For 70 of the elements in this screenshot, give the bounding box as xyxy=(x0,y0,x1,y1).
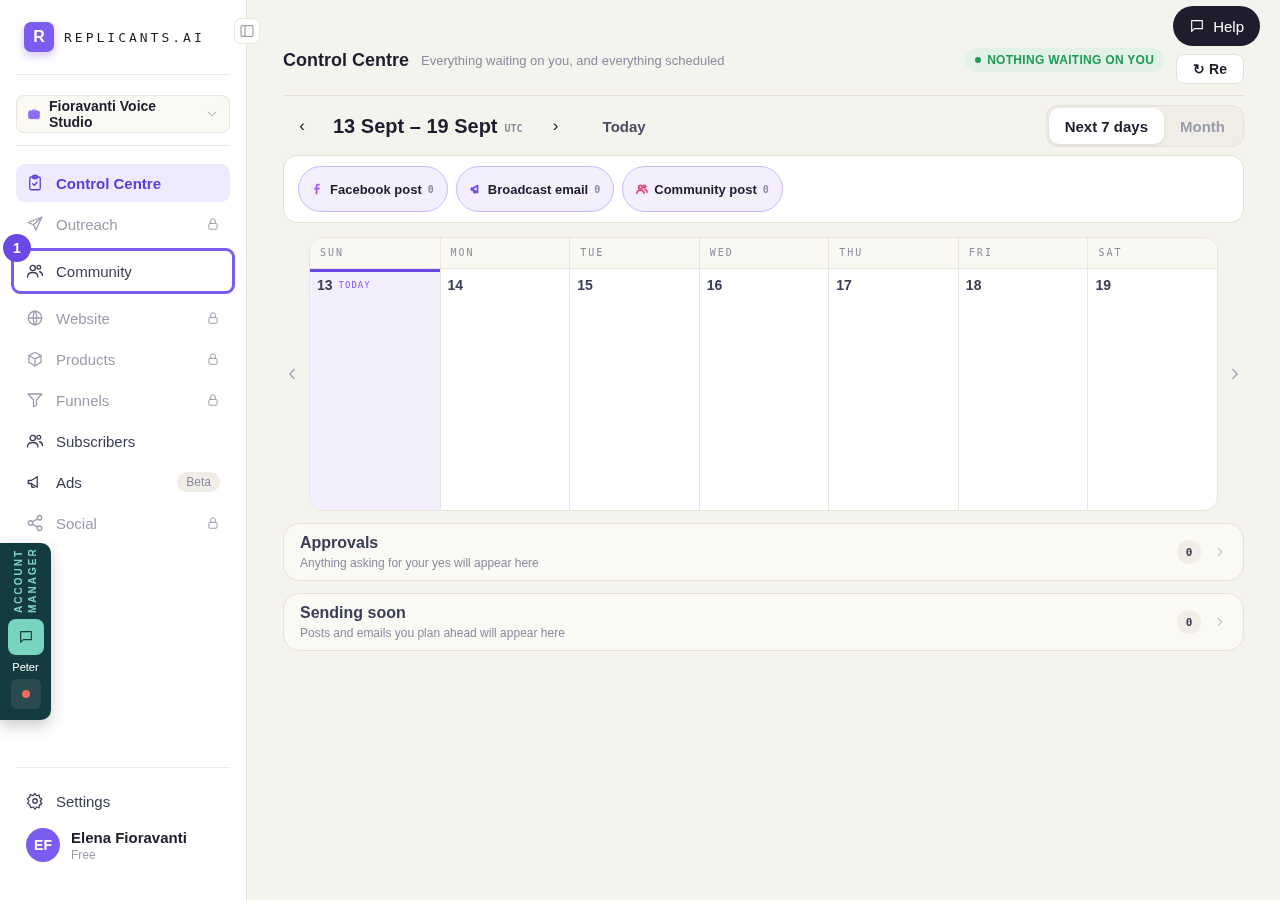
people-icon xyxy=(26,262,44,280)
filter-chip[interactable]: Broadcast email 0 xyxy=(455,166,615,212)
funnel-icon xyxy=(26,391,44,409)
page-subtitle: Everything waiting on you, and everything scheduled xyxy=(421,52,726,68)
help-button[interactable]: Help xyxy=(1173,6,1260,46)
brand-logo: R xyxy=(24,22,54,52)
today-button[interactable]: Today xyxy=(596,116,652,136)
nav-item[interactable]: Subscribers xyxy=(16,422,230,460)
weekday-header: SUN xyxy=(310,238,440,269)
nav-item[interactable]: Ads Beta xyxy=(16,463,230,501)
user-avatar: EF xyxy=(26,828,60,862)
weekday-header: THU xyxy=(828,238,958,269)
day-cell[interactable]: 13 TODAY xyxy=(310,269,440,510)
globe-icon xyxy=(26,309,44,327)
date-range: 13 Sept – 19 Sept xyxy=(333,114,498,138)
chat-icon xyxy=(17,629,34,645)
lock-icon xyxy=(206,352,220,366)
summary-panel[interactable]: Approvals Anything asking for your yes will appear here 0 xyxy=(283,523,1244,581)
page-title: Control Centre xyxy=(283,49,409,71)
clipboard-icon xyxy=(26,174,44,192)
sidebar-toggle[interactable] xyxy=(234,18,260,44)
manager-name: Peter xyxy=(12,661,39,673)
panel-title: Approvals xyxy=(300,534,380,552)
brand-name: REPLICANTS.AI xyxy=(64,29,205,45)
refresh-button[interactable]: ↻ Re xyxy=(1176,54,1244,84)
record-button[interactable] xyxy=(10,679,41,709)
sidebar-icon xyxy=(239,23,255,39)
lock-icon xyxy=(206,393,220,407)
share-icon xyxy=(26,514,44,532)
weekday-header: FRI xyxy=(957,238,1088,269)
summary-panel[interactable]: Sending soon Posts and emails you plan ahead will appear here 0 xyxy=(283,593,1244,651)
panel-subtitle: Posts and emails you plan ahead will appear here xyxy=(300,626,566,640)
settings-link[interactable]: Settings xyxy=(16,782,121,820)
view-tab[interactable]: Next 7 days xyxy=(1048,108,1164,144)
filter-chip[interactable]: Facebook post 0 xyxy=(298,166,448,212)
user-name: Elena Fioravanti xyxy=(71,828,187,846)
next-button[interactable]: › xyxy=(536,115,575,137)
nav-item[interactable]: Control Centre xyxy=(16,164,230,202)
day-cell[interactable]: 16 xyxy=(698,269,829,510)
people-icon xyxy=(26,432,44,450)
panel-subtitle: Anything asking for your yes will appear here xyxy=(300,556,540,570)
prev-button[interactable]: ‹ xyxy=(283,115,321,137)
count-badge: 0 xyxy=(1177,540,1201,564)
weekday-header: SAT xyxy=(1087,238,1217,269)
day-cell[interactable]: 18 xyxy=(957,269,1088,510)
count-badge: 0 xyxy=(1177,610,1201,634)
filter-chip[interactable]: Community post 0 xyxy=(622,166,783,212)
chat-icon xyxy=(1189,18,1206,34)
step-marker: 1 xyxy=(3,234,31,262)
user-plan: Free xyxy=(71,847,97,862)
settings-icon xyxy=(26,792,44,810)
chat-button[interactable] xyxy=(7,619,44,655)
weekday-header: WED xyxy=(698,238,829,269)
day-cell[interactable]: 17 xyxy=(828,269,958,510)
day-cell[interactable]: 15 xyxy=(569,269,699,510)
status-pill: NOTHING WAITING ON YOU xyxy=(965,48,1165,72)
briefcase-icon xyxy=(27,107,41,121)
lock-icon xyxy=(206,516,220,530)
weekday-header: TUE xyxy=(569,238,699,269)
beta-tag: Beta xyxy=(177,472,220,492)
workspace-selector[interactable]: Fioravanti Voice Studio xyxy=(16,95,230,133)
timezone-label: UTC xyxy=(504,122,523,134)
panel-title: Sending soon xyxy=(300,604,407,622)
day-cell[interactable]: 19 xyxy=(1087,269,1217,510)
day-cell[interactable]: 14 xyxy=(439,269,570,510)
lock-icon xyxy=(206,311,220,325)
weekday-header: MON xyxy=(439,238,570,269)
paper-plane-icon xyxy=(26,215,44,233)
box-icon xyxy=(26,350,44,368)
lock-icon xyxy=(206,217,220,231)
